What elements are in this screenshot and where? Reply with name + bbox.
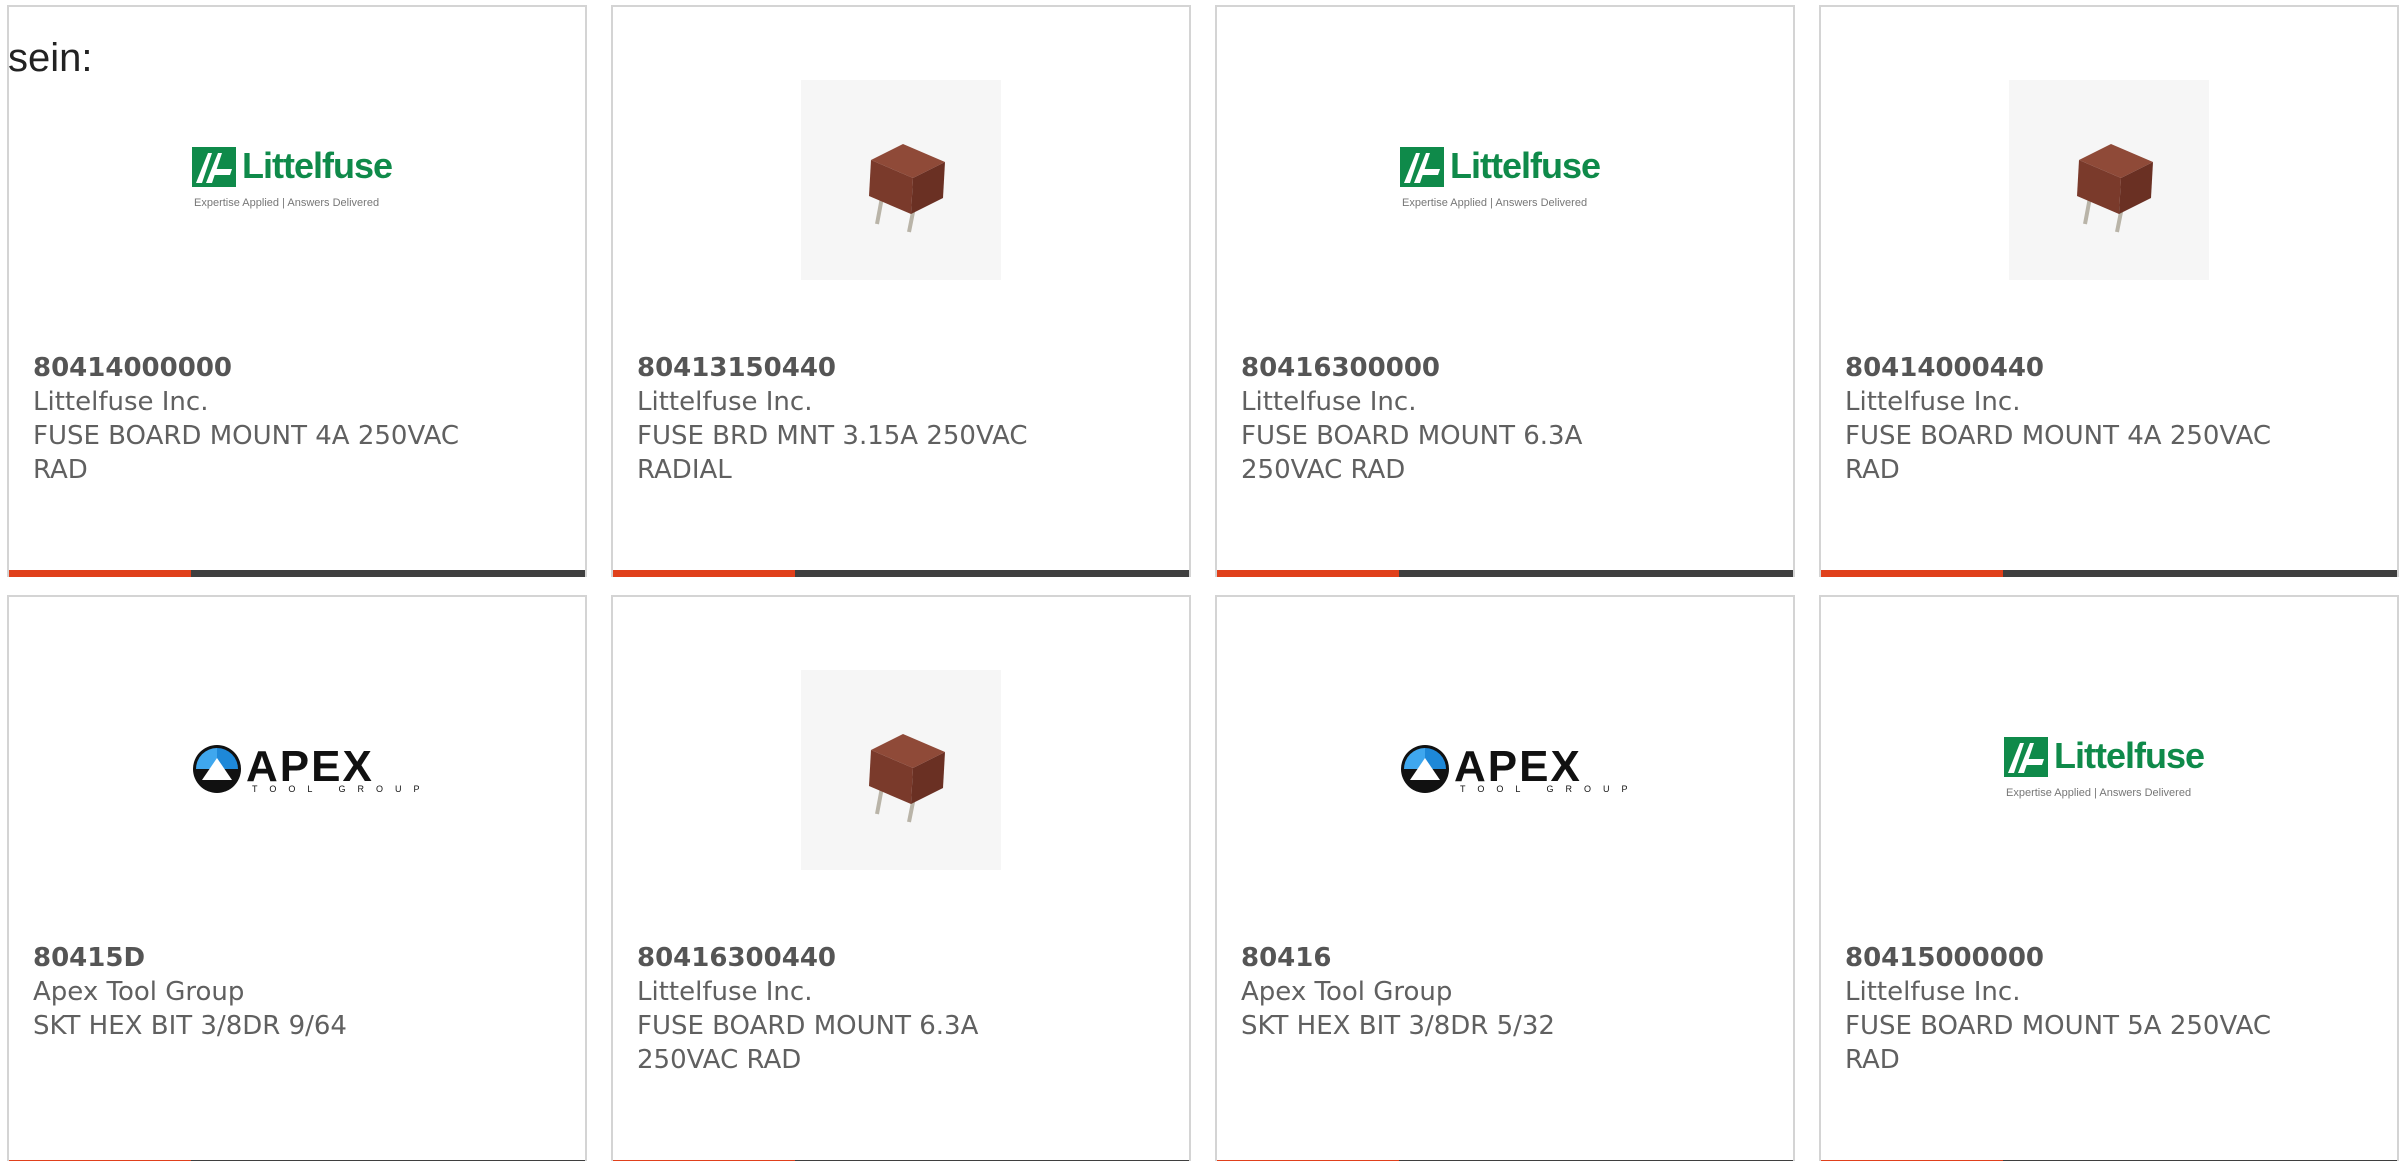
manufacturer: Littelfuse Inc. (33, 387, 209, 417)
product-info: 80415D Apex Tool Group SKT HEX BIT 3/8DR 9… (33, 941, 493, 1043)
fuse-component-icon (869, 734, 945, 823)
product-image[interactable]: Littelfuse Expertise Applied | Answers D… (9, 75, 585, 285)
card-accent-bar (613, 570, 795, 577)
fuse-photo (801, 670, 1001, 870)
littelfuse-mark-icon (2004, 737, 2048, 777)
manufacturer: Littelfuse Inc. (637, 387, 813, 417)
manufacturer: Apex Tool Group (33, 977, 245, 1007)
product-info: 80416300000 Littelfuse Inc. FUSE BOARD MOU… (1241, 351, 1701, 487)
description-line: 250VAC RAD (1241, 455, 1406, 485)
product-grid: Littelfuse Expertise Applied | Answers D… (7, 5, 2399, 1161)
manufacturer: Littelfuse Inc. (1241, 387, 1417, 417)
product-info: 80414000000 Littelfuse Inc. FUSE BOARD MOU… (33, 351, 493, 487)
littelfuse-wordmark: Littelfuse (1450, 145, 1601, 186)
littelfuse-logo: Littelfuse Expertise Applied | Answers D… (2004, 735, 2214, 805)
apex-mark-icon (193, 745, 241, 793)
part-number[interactable]: 80416300440 (637, 941, 1097, 975)
fuse-photo (801, 80, 1001, 280)
product-card[interactable]: 80414000440 Littelfuse Inc. FUSE BOARD MOU… (1819, 5, 2399, 577)
product-card[interactable]: Littelfuse Expertise Applied | Answers D… (1215, 5, 1795, 577)
description-line: RAD (1845, 455, 1900, 485)
product-card[interactable]: 80416300440 Littelfuse Inc. FUSE BOARD MOU… (611, 595, 1191, 1161)
page: sein: Littelfuse Expertise Applied | Ans… (0, 0, 2400, 1161)
littelfuse-tagline: Expertise Applied | Answers Delivered (194, 197, 380, 209)
product-info: 80415000000 Littelfuse Inc. FUSE BOARD MOU… (1845, 941, 2305, 1077)
apex-mark-icon (1401, 745, 1449, 793)
product-image[interactable] (613, 75, 1189, 285)
littelfuse-logo: Littelfuse Expertise Applied | Answers D… (192, 145, 402, 215)
product-info: 80416 Apex Tool Group SKT HEX BIT 3/8DR 5/… (1241, 941, 1701, 1043)
product-info: 80414000440 Littelfuse Inc. FUSE BOARD MOU… (1845, 351, 2305, 487)
littelfuse-wordmark: Littelfuse (242, 145, 393, 186)
card-bottom-bar (613, 570, 1189, 577)
product-card[interactable]: Littelfuse Expertise Applied | Answers D… (1819, 595, 2399, 1161)
product-image[interactable] (613, 665, 1189, 875)
manufacturer: Littelfuse Inc. (1845, 387, 2021, 417)
description-line: SKT HEX BIT 3/8DR 9/64 (33, 1011, 347, 1041)
part-number[interactable]: 80414000440 (1845, 351, 2305, 385)
product-image[interactable]: Littelfuse Expertise Applied | Answers D… (1217, 75, 1793, 285)
description-line: FUSE BRD MNT 3.15A 250VAC (637, 421, 1028, 451)
apex-subtitle: TOOL GROUP (1460, 784, 1640, 794)
part-number[interactable]: 80416 (1241, 941, 1701, 975)
product-card[interactable]: Littelfuse Expertise Applied | Answers D… (7, 5, 587, 577)
part-number[interactable]: 80415D (33, 941, 493, 975)
card-accent-bar (1821, 570, 2003, 577)
card-bottom-bar (1217, 570, 1793, 577)
littelfuse-tagline: Expertise Applied | Answers Delivered (1402, 197, 1588, 209)
fuse-component-icon (869, 144, 945, 233)
fuse-component-icon (2077, 144, 2153, 233)
product-card[interactable]: APEX TOOL GROUP 80416 Apex Tool Group SKT … (1215, 595, 1795, 1161)
description-line: 250VAC RAD (637, 1045, 802, 1075)
part-number[interactable]: 80413150440 (637, 351, 1097, 385)
intro-text: sein: (8, 36, 93, 80)
manufacturer: Apex Tool Group (1241, 977, 1453, 1007)
description-line: FUSE BOARD MOUNT 4A 250VAC (1845, 421, 2272, 451)
littelfuse-mark-icon (192, 147, 236, 187)
product-card[interactable]: APEX TOOL GROUP 80415D Apex Tool Group SKT… (7, 595, 587, 1161)
product-card[interactable]: 80413150440 Littelfuse Inc. FUSE BRD MNT 3… (611, 5, 1191, 577)
card-bottom-bar (9, 570, 585, 577)
apex-logo: APEX TOOL GROUP (192, 740, 420, 800)
product-info: 80413150440 Littelfuse Inc. FUSE BRD MNT 3… (637, 351, 1097, 487)
manufacturer: Littelfuse Inc. (637, 977, 813, 1007)
description-line: RADIAL (637, 455, 732, 485)
littelfuse-tagline: Expertise Applied | Answers Delivered (2006, 787, 2192, 799)
part-number[interactable]: 80415000000 (1845, 941, 2305, 975)
apex-subtitle: TOOL GROUP (252, 784, 432, 794)
description-line: RAD (33, 455, 88, 485)
part-number[interactable]: 80416300000 (1241, 351, 1701, 385)
apex-logo: APEX TOOL GROUP (1400, 740, 1628, 800)
littelfuse-wordmark: Littelfuse (2054, 735, 2205, 776)
littelfuse-logo: Littelfuse Expertise Applied | Answers D… (1400, 145, 1610, 215)
product-image[interactable]: APEX TOOL GROUP (1217, 665, 1793, 875)
product-image[interactable]: Littelfuse Expertise Applied | Answers D… (1821, 665, 2397, 875)
description-line: FUSE BOARD MOUNT 4A 250VAC (33, 421, 460, 451)
product-image[interactable] (1821, 75, 2397, 285)
description-line: FUSE BOARD MOUNT 6.3A (637, 1011, 979, 1041)
card-accent-bar (1217, 570, 1399, 577)
description-line: FUSE BOARD MOUNT 5A 250VAC (1845, 1011, 2272, 1041)
card-accent-bar (9, 570, 191, 577)
description-line: RAD (1845, 1045, 1900, 1075)
description-line: FUSE BOARD MOUNT 6.3A (1241, 421, 1583, 451)
description-line: SKT HEX BIT 3/8DR 5/32 (1241, 1011, 1555, 1041)
part-number[interactable]: 80414000000 (33, 351, 493, 385)
card-bottom-bar (1821, 570, 2397, 577)
littelfuse-mark-icon (1400, 147, 1444, 187)
fuse-photo (2009, 80, 2209, 280)
manufacturer: Littelfuse Inc. (1845, 977, 2021, 1007)
product-info: 80416300440 Littelfuse Inc. FUSE BOARD MOU… (637, 941, 1097, 1077)
product-image[interactable]: APEX TOOL GROUP (9, 665, 585, 875)
